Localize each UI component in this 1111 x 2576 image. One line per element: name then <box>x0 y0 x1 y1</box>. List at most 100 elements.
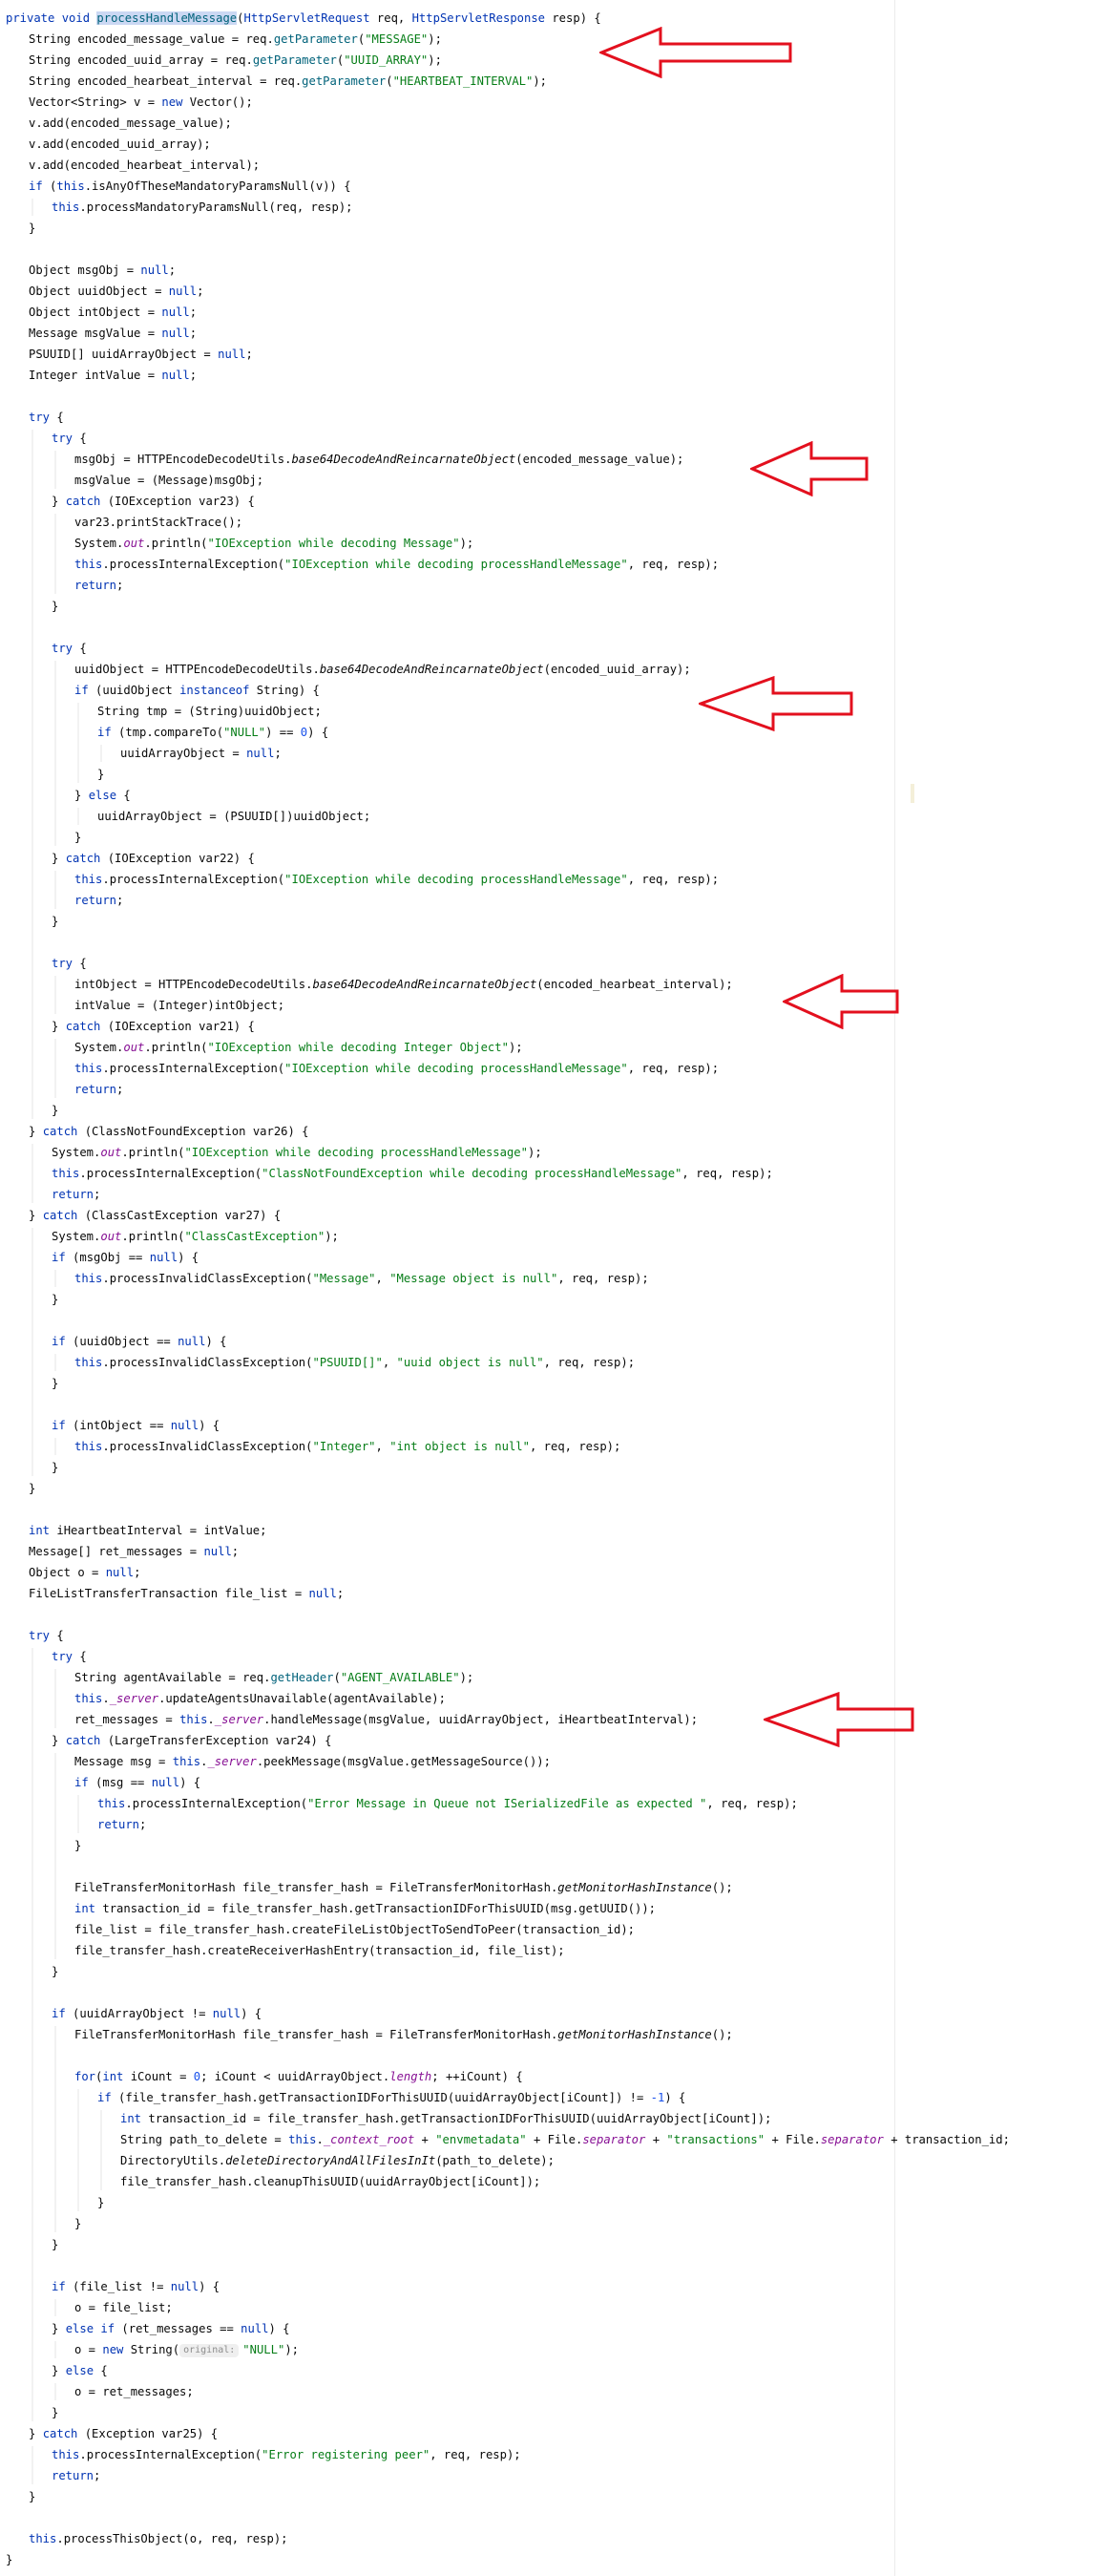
code-line[interactable]: FileListTransferTransaction file_list = … <box>0 1583 1111 1604</box>
code-line[interactable]: if (tmp.compareTo("NULL") == 0) { <box>0 722 1111 743</box>
code-line[interactable]: uuidArrayObject = null; <box>0 743 1111 764</box>
code-line[interactable]: } <box>0 764 1111 785</box>
code-line[interactable]: } catch (ClassCastException var27) { <box>0 1205 1111 1226</box>
code-line[interactable]: msgValue = (Message)msgObj; <box>0 470 1111 491</box>
code-line[interactable]: this.processInternalException("IOExcepti… <box>0 1058 1111 1079</box>
code-line[interactable]: return; <box>0 1814 1111 1835</box>
code-line[interactable]: } else { <box>0 2360 1111 2381</box>
code-line[interactable]: return; <box>0 890 1111 911</box>
code-line[interactable]: } <box>0 2402 1111 2423</box>
code-line[interactable]: Object msgObj = null; <box>0 260 1111 281</box>
code-line[interactable]: FileTransferMonitorHash file_transfer_ha… <box>0 2024 1111 2045</box>
code-line[interactable]: if (file_list != null) { <box>0 2276 1111 2297</box>
code-line[interactable]: System.out.println("IOException while de… <box>0 533 1111 554</box>
code-line[interactable]: String agentAvailable = req.getHeader("A… <box>0 1667 1111 1688</box>
code-line[interactable]: } catch (IOException var21) { <box>0 1016 1111 1037</box>
code-line[interactable]: } catch (LargeTransferException var24) { <box>0 1730 1111 1751</box>
code-line[interactable] <box>0 1499 1111 1520</box>
code-line[interactable] <box>0 2045 1111 2066</box>
code-line[interactable]: Vector<String> v = new Vector(); <box>0 92 1111 113</box>
code-line[interactable]: } catch (IOException var23) { <box>0 491 1111 512</box>
code-line[interactable] <box>0 1982 1111 2003</box>
code-area[interactable]: private void processHandleMessage (HttpSe… <box>0 8 1111 2570</box>
code-line[interactable]: } <box>0 1961 1111 1982</box>
code-line[interactable]: } else { <box>0 785 1111 806</box>
code-line[interactable]: } catch (Exception var25) { <box>0 2423 1111 2444</box>
code-line[interactable]: try { <box>0 1625 1111 1646</box>
code-line[interactable]: String encoded_uuid_array = req.getParam… <box>0 50 1111 71</box>
code-line[interactable]: if (uuidArrayObject != null) { <box>0 2003 1111 2024</box>
code-line[interactable]: this.processInvalidClassException("Messa… <box>0 1268 1111 1289</box>
code-line[interactable]: if (msgObj == null) { <box>0 1247 1111 1268</box>
code-line[interactable]: this.processInvalidClassException("PSUUI… <box>0 1352 1111 1373</box>
code-line[interactable]: } <box>0 1478 1111 1499</box>
code-line[interactable]: String path_to_delete = this._context_ro… <box>0 2129 1111 2150</box>
code-line[interactable]: file_transfer_hash.cleanupThisUUID(uuidA… <box>0 2171 1111 2192</box>
code-line[interactable] <box>0 2255 1111 2276</box>
code-line[interactable] <box>0 1604 1111 1625</box>
code-line[interactable]: o = file_list; <box>0 2297 1111 2318</box>
code-line[interactable]: int transaction_id = file_transfer_hash.… <box>0 2108 1111 2129</box>
code-line[interactable]: Integer intValue = null; <box>0 365 1111 386</box>
code-line[interactable]: if (file_transfer_hash.getTransactionIDF… <box>0 2087 1111 2108</box>
code-line[interactable]: return; <box>0 2465 1111 2486</box>
code-line[interactable]: file_list = file_transfer_hash.createFil… <box>0 1919 1111 1940</box>
code-line[interactable]: Message msg = this._server.peekMessage(m… <box>0 1751 1111 1772</box>
code-line[interactable]: Object intObject = null; <box>0 302 1111 323</box>
code-line[interactable]: return; <box>0 1184 1111 1205</box>
code-line[interactable]: DirectoryUtils.deleteDirectoryAndAllFile… <box>0 2150 1111 2171</box>
code-line[interactable]: } <box>0 1289 1111 1310</box>
code-line[interactable]: this.processThisObject(o, req, resp); <box>0 2528 1111 2549</box>
code-line[interactable]: String tmp = (String)uuidObject; <box>0 701 1111 722</box>
code-line[interactable]: try { <box>0 428 1111 449</box>
code-line[interactable] <box>0 932 1111 953</box>
code-line[interactable]: v.add(encoded_uuid_array); <box>0 134 1111 155</box>
code-line[interactable]: this.processInternalException("IOExcepti… <box>0 554 1111 575</box>
code-line[interactable]: } <box>0 2486 1111 2507</box>
code-line[interactable] <box>0 1856 1111 1877</box>
code-line[interactable]: } <box>0 218 1111 239</box>
code-line[interactable]: String encoded_hearbeat_interval = req.g… <box>0 71 1111 92</box>
code-line[interactable]: this.processInvalidClassException("Integ… <box>0 1436 1111 1457</box>
code-line[interactable]: Message[] ret_messages = null; <box>0 1541 1111 1562</box>
code-line[interactable]: o = ret_messages; <box>0 2381 1111 2402</box>
code-line[interactable]: } <box>0 1457 1111 1478</box>
code-line[interactable]: try { <box>0 407 1111 428</box>
code-line[interactable] <box>0 386 1111 407</box>
code-line[interactable]: System.out.println("IOException while de… <box>0 1142 1111 1163</box>
code-line[interactable]: this._server.updateAgentsUnavailable(age… <box>0 1688 1111 1709</box>
code-line[interactable]: if (intObject == null) { <box>0 1415 1111 1436</box>
code-line[interactable]: v.add(encoded_message_value); <box>0 113 1111 134</box>
code-line[interactable]: } <box>0 827 1111 848</box>
code-line[interactable]: this.processMandatoryParamsNull(req, res… <box>0 197 1111 218</box>
code-line[interactable]: this.processInternalException("IOExcepti… <box>0 869 1111 890</box>
code-line[interactable]: this.processInternalException("Error reg… <box>0 2444 1111 2465</box>
code-line[interactable]: uuidObject = HTTPEncodeDecodeUtils.base6… <box>0 659 1111 680</box>
code-line[interactable]: int iHeartbeatInterval = intValue; <box>0 1520 1111 1541</box>
code-line[interactable]: } catch (ClassNotFoundException var26) { <box>0 1121 1111 1142</box>
code-line[interactable]: try { <box>0 1646 1111 1667</box>
code-line[interactable]: this.processInternalException("ClassNotF… <box>0 1163 1111 1184</box>
code-line[interactable]: intValue = (Integer)intObject; <box>0 995 1111 1016</box>
code-line[interactable]: } <box>0 1100 1111 1121</box>
code-line[interactable]: v.add(encoded_hearbeat_interval); <box>0 155 1111 176</box>
code-line[interactable]: Message msgValue = null; <box>0 323 1111 344</box>
code-line[interactable]: FileTransferMonitorHash file_transfer_ha… <box>0 1877 1111 1898</box>
code-line[interactable] <box>0 617 1111 638</box>
code-line[interactable]: o = new String(original: "NULL"); <box>0 2339 1111 2360</box>
code-line[interactable]: file_transfer_hash.createReceiverHashEnt… <box>0 1940 1111 1961</box>
code-line[interactable]: Object o = null; <box>0 1562 1111 1583</box>
code-line[interactable]: return; <box>0 1079 1111 1100</box>
code-line[interactable]: } catch (IOException var22) { <box>0 848 1111 869</box>
code-line[interactable]: } <box>0 2192 1111 2213</box>
code-line[interactable]: var23.printStackTrace(); <box>0 512 1111 533</box>
code-line[interactable]: } <box>0 2549 1111 2570</box>
code-line[interactable]: Object uuidObject = null; <box>0 281 1111 302</box>
code-line[interactable]: System.out.println("ClassCastException")… <box>0 1226 1111 1247</box>
code-line[interactable]: } else if (ret_messages == null) { <box>0 2318 1111 2339</box>
code-line[interactable]: try { <box>0 638 1111 659</box>
code-line[interactable]: System.out.println("IOException while de… <box>0 1037 1111 1058</box>
code-line[interactable] <box>0 1310 1111 1331</box>
code-line[interactable]: if (this.isAnyOfTheseMandatoryParamsNull… <box>0 176 1111 197</box>
code-line[interactable]: } <box>0 1835 1111 1856</box>
